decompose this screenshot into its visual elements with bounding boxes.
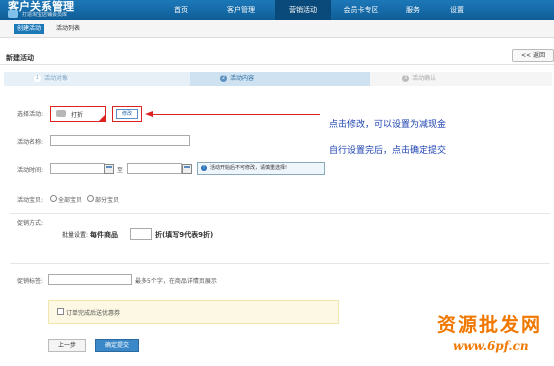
activity-type-value: 打折: [71, 112, 84, 119]
previous-step-button[interactable]: 上一步: [48, 339, 86, 352]
coupon-checkbox[interactable]: [57, 308, 64, 315]
arrow-line: [152, 114, 320, 115]
tab-create-activity[interactable]: 创建活动: [14, 24, 45, 34]
step-activity-content[interactable]: 2 活动内容: [190, 72, 370, 86]
step-number: 3: [402, 75, 409, 82]
promotion-method-label: 促销方式:: [17, 220, 44, 227]
page-title: 新建活动: [6, 54, 34, 62]
step-activity-target[interactable]: 1 活动对象: [4, 72, 190, 86]
calendar-icon[interactable]: [182, 164, 192, 174]
end-time-input[interactable]: [127, 163, 182, 174]
choose-activity-label: 选择活动:: [17, 111, 44, 118]
activity-time-label: 活动时间:: [17, 167, 44, 174]
submit-button[interactable]: 确定提交: [95, 339, 139, 352]
nav-item-marketing[interactable]: 营销活动: [275, 0, 331, 20]
divider: [10, 213, 550, 214]
nav-item-settings[interactable]: 设置: [435, 0, 479, 20]
nav-item-home[interactable]: 首页: [155, 0, 207, 20]
promotion-tag-label: 促销标签:: [17, 278, 44, 285]
brand-subtitle: 打造淘宝店铺会员库: [22, 12, 68, 18]
calendar-icon[interactable]: [104, 164, 114, 174]
all-products-label: 全部宝贝: [58, 197, 83, 204]
watermark-url: www.6pf.cn: [453, 339, 529, 353]
bulk-prefix: 批量设置:: [62, 232, 89, 239]
step-label: 活动内容: [230, 75, 255, 82]
bulk-suffix: 折(填写9代表9折): [155, 231, 214, 239]
annotation-line-1: 点击修改，可以设置为减现金: [329, 120, 447, 130]
bulk-setting: 批量设置: 每件商品: [62, 230, 118, 240]
watermark-logo: 资源批发网: [437, 314, 543, 336]
brand-logo-icon: [8, 10, 18, 18]
divider: [10, 263, 550, 264]
coupon-option-box: 订单完成后送优惠券: [48, 300, 339, 324]
bulk-each-label: 每件商品: [89, 231, 118, 239]
brand: 客户关系管理 打造淘宝店铺会员库: [8, 0, 148, 20]
coupon-label: 订单完成后送优惠券: [66, 310, 121, 317]
partial-products-label: 部分宝贝: [95, 197, 120, 204]
activity-type-selector[interactable]: 打折: [50, 106, 106, 122]
time-to-label: 至: [117, 167, 124, 174]
main-nav: 首页 客户管理 营销活动 会员卡专区 服务 设置: [155, 0, 479, 20]
modify-button-highlight: 修改: [112, 106, 142, 122]
activity-product-label: 活动宝贝:: [17, 197, 44, 204]
step-activity-confirm[interactable]: 3 活动确认: [370, 72, 552, 86]
step-progress: 1 活动对象 2 活动内容 3 活动确认: [4, 72, 552, 86]
step-number: 2: [220, 75, 227, 82]
activity-name-label: 活动名称:: [17, 139, 44, 146]
step-label: 活动确认: [412, 75, 437, 82]
time-hint-text: 活动开始后不可修改，请慎重选择!: [210, 165, 288, 171]
tab-activity-list[interactable]: 活动列表: [53, 24, 83, 34]
divider: [0, 64, 554, 65]
start-time-input[interactable]: [50, 163, 105, 174]
nav-item-service[interactable]: 服务: [391, 0, 435, 20]
tag-icon: [56, 110, 66, 117]
step-label: 活动对象: [44, 75, 69, 82]
selected-corner-icon: [99, 115, 105, 121]
back-button[interactable]: << 返回: [512, 49, 554, 62]
nav-item-customers[interactable]: 客户管理: [207, 0, 275, 20]
discount-value-input[interactable]: [130, 228, 152, 240]
step-number: 1: [34, 75, 41, 82]
promotion-tag-input[interactable]: [48, 274, 132, 285]
sub-navigation: 创建活动 活动列表: [0, 20, 554, 38]
annotation-line-2: 自行设置完后，点击确定提交: [329, 146, 447, 156]
promotion-tag-hint: 最多5个字，在商品详情页展示: [135, 278, 217, 285]
time-hint: ! 活动开始后不可修改，请慎重选择!: [197, 162, 325, 175]
nav-item-member-card[interactable]: 会员卡专区: [331, 0, 391, 20]
modify-button[interactable]: 修改: [116, 109, 138, 119]
radio-all-products[interactable]: [50, 195, 57, 202]
top-navigation-bar: 客户关系管理 打造淘宝店铺会员库 首页 客户管理 营销活动 会员卡专区 服务 设…: [0, 0, 554, 20]
radio-partial-products[interactable]: [87, 195, 94, 202]
info-icon: !: [201, 164, 207, 171]
activity-name-input[interactable]: [50, 135, 190, 146]
